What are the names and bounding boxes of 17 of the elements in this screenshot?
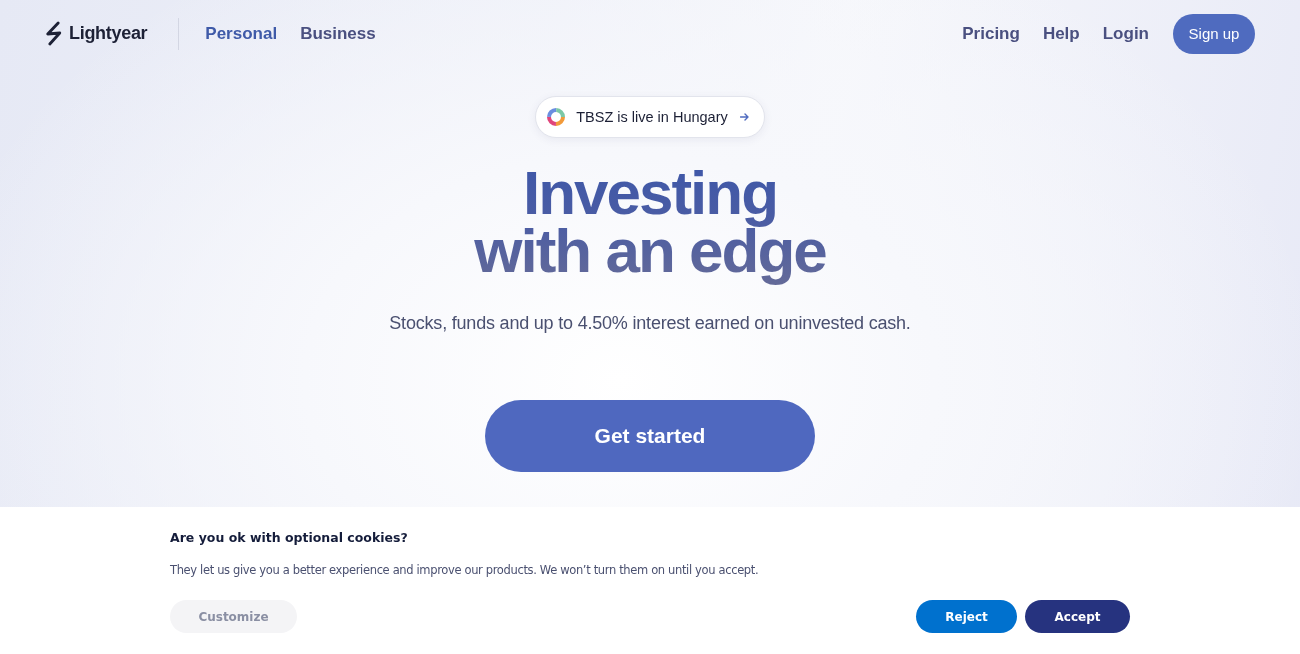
hero-subtitle: Stocks, funds and up to 4.50% interest earned on uninvested cash. [389, 312, 911, 335]
logo-wordmark[interactable]: Lightyear [69, 23, 148, 44]
nav-link[interactable]: Pricing [962, 23, 1020, 44]
nav-tab[interactable]: Personal [205, 23, 278, 44]
cookie-title: Are you ok with optional cookies? [170, 529, 409, 547]
get-started-button[interactable]: Get started [485, 400, 815, 472]
accept-button[interactable]: Accept [1025, 600, 1130, 633]
announcement-badge[interactable]: TBSZ is live in Hungary [535, 96, 765, 138]
ring-icon [546, 107, 567, 127]
arrow-right-icon [739, 113, 749, 121]
cookie-text: They let us give you a better experience and improve our products. We won’t turn them on until you accept. [170, 562, 760, 578]
lightning-bolt-icon [44, 21, 64, 46]
sign-up-button[interactable]: Sign up [1173, 13, 1255, 54]
nav-tab[interactable]: Business [300, 23, 376, 44]
reject-button[interactable]: Reject [916, 600, 1017, 633]
nav-link[interactable]: Login [1102, 23, 1149, 44]
nav-link[interactable]: Help [1042, 23, 1080, 44]
